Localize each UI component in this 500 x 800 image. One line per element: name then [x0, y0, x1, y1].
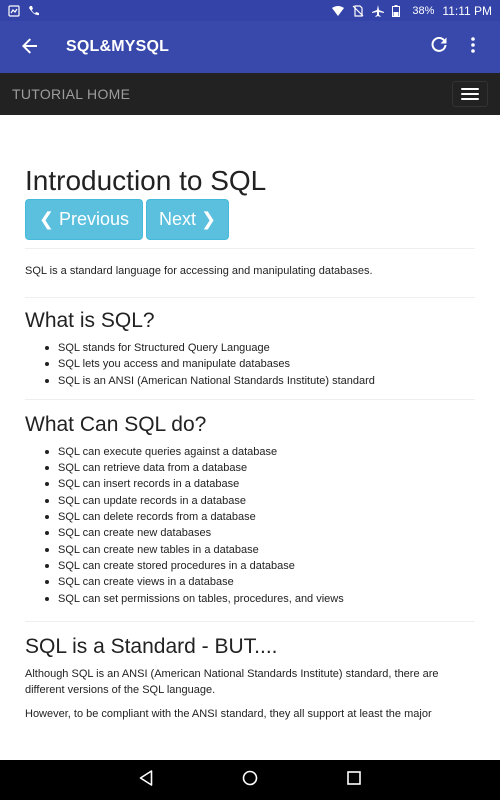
list-item: SQL can delete records from a database: [45, 509, 475, 525]
airplane-mode-icon: [372, 4, 385, 17]
nav-recents-button[interactable]: [342, 768, 366, 792]
app-title: SQL&MYSQL: [66, 38, 170, 55]
what-can-sql-do-list: SQL can execute queries against a databa…: [25, 444, 475, 607]
divider: [25, 620, 475, 622]
list-item: SQL can execute queries against a databa…: [45, 444, 475, 460]
list-item: SQL can create stored procedures in a da…: [45, 558, 475, 574]
back-button[interactable]: [0, 21, 60, 73]
list-item: SQL can update records in a database: [45, 493, 475, 509]
refresh-icon: [431, 36, 447, 58]
arrow-back-icon: [22, 34, 38, 60]
divider: [25, 398, 475, 400]
list-item: SQL can create views in a database: [45, 574, 475, 590]
clock: 11:11 PM: [442, 3, 492, 18]
section-heading-what-can-sql-do: What Can SQL do?: [25, 412, 207, 436]
page-title: Introduction to SQL: [25, 165, 267, 196]
list-item: SQL is an ANSI (American National Standa…: [45, 373, 475, 389]
tutorial-home-link[interactable]: TUTORIAL HOME: [12, 86, 130, 102]
more-vert-icon: [471, 36, 475, 58]
pager: ❮ Previous Next ❯: [25, 199, 475, 240]
list-item: SQL can retrieve data from a database: [45, 460, 475, 476]
page-content: Introduction to SQL ❮ Previous Next ❯ SQ…: [25, 115, 475, 760]
nav-home-button[interactable]: [238, 768, 262, 792]
nav-recents-icon: [347, 770, 361, 790]
list-item: SQL can create new tables in a database: [45, 542, 475, 558]
site-navbar: TUTORIAL HOME: [0, 73, 500, 115]
battery-icon: [392, 4, 404, 17]
notification-icon: [8, 4, 20, 17]
system-nav-bar: [0, 760, 500, 800]
nav-home-icon: [242, 770, 258, 791]
list-item: SQL can insert records in a database: [45, 476, 475, 492]
list-item: SQL can set permissions on tables, proce…: [45, 591, 475, 607]
previous-button[interactable]: ❮ Previous: [25, 199, 143, 240]
no-sim-icon: [352, 4, 364, 17]
phone-icon: [28, 5, 40, 17]
list-item: SQL can create new databases: [45, 525, 475, 541]
hamburger-icon-bar: [461, 93, 479, 95]
section-heading-what-is-sql: What is SQL?: [25, 309, 155, 332]
standard-paragraph-2: However, to be compliant with the ANSI s…: [25, 707, 432, 720]
section-heading-sql-standard: SQL is a Standard - BUT....: [25, 634, 278, 658]
nav-back-icon: [139, 769, 153, 791]
nav-back-button[interactable]: [134, 768, 158, 792]
standard-paragraph-1: Although SQL is an ANSI (American Nation…: [25, 667, 439, 696]
app-bar: SQL&MYSQL: [0, 21, 500, 73]
divider: [25, 297, 475, 298]
hamburger-icon-bar: [461, 98, 479, 100]
refresh-button[interactable]: [422, 21, 456, 73]
next-button[interactable]: Next ❯: [146, 199, 229, 240]
intro-paragraph: SQL is a standard language for accessing…: [25, 265, 373, 277]
more-options-button[interactable]: [456, 21, 490, 73]
divider: [25, 248, 475, 249]
battery-level: 38%: [412, 4, 435, 17]
wifi-icon: [332, 5, 345, 17]
list-item: SQL stands for Structured Query Language: [45, 340, 475, 356]
menu-toggle-button[interactable]: [452, 81, 488, 107]
list-item: SQL lets you access and manipulate datab…: [45, 356, 475, 372]
status-bar: 38% 11:11 PM: [0, 0, 500, 21]
what-is-sql-list: SQL stands for Structured Query Language…: [25, 340, 475, 389]
hamburger-icon-bar: [461, 88, 479, 90]
